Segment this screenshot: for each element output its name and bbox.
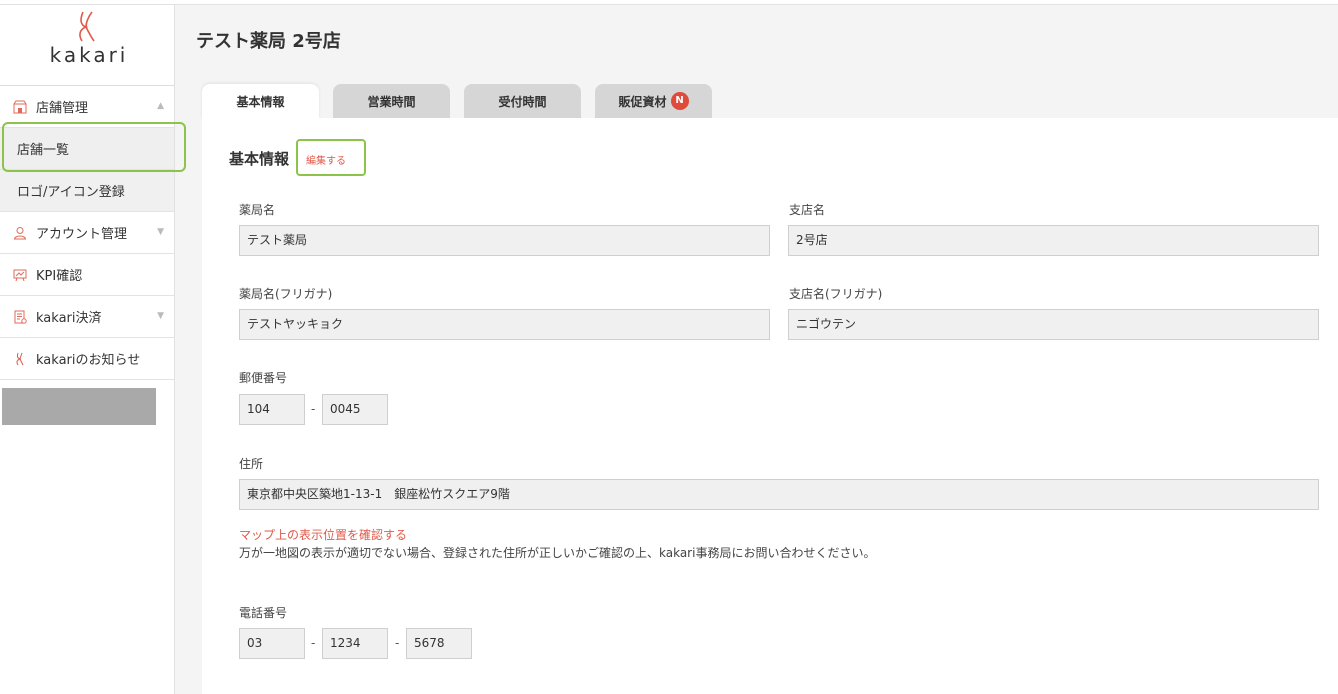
branch-kana-label: 支店名(フリガナ) bbox=[789, 287, 883, 301]
logo-text: kakari bbox=[49, 43, 129, 67]
phone-third-field[interactable]: 5678 bbox=[406, 628, 472, 659]
sidebar-item-label: 店舗管理 bbox=[36, 101, 89, 116]
sidebar-nav: 店舗管理 ▲ 店舗一覧 ロゴ/アイコン登録 アカウント管理 ▼ KPI確認 ka… bbox=[0, 85, 174, 380]
address-field[interactable]: 東京都中央区築地1-13-1 銀座松竹スクエア9階 bbox=[239, 479, 1319, 510]
tab-business-hours[interactable]: 営業時間 bbox=[333, 84, 450, 118]
basic-info-panel: 基本情報 編集する 薬局名 テスト薬局 支店名 2号店 薬局名(フリガナ) テス… bbox=[202, 118, 1338, 694]
sidebar-item-kakari-payment[interactable]: kakari決済 ▼ bbox=[0, 296, 174, 338]
sidebar-item-store-list[interactable]: 店舗一覧 bbox=[0, 128, 174, 170]
kakari-icon bbox=[12, 351, 28, 367]
phone-label: 電話番号 bbox=[239, 606, 288, 620]
branch-name-field[interactable]: 2号店 bbox=[788, 225, 1319, 256]
sidebar-item-label: ロゴ/アイコン登録 bbox=[17, 185, 125, 200]
caret-down-icon: ▼ bbox=[157, 227, 164, 237]
phone-dash-1: - bbox=[311, 636, 316, 650]
logo[interactable]: kakari bbox=[0, 5, 174, 85]
sidebar-item-label: KPI確認 bbox=[36, 269, 83, 284]
phone-second-field[interactable]: 1234 bbox=[322, 628, 388, 659]
sidebar-item-label: 店舗一覧 bbox=[17, 143, 70, 158]
pharmacy-name-field[interactable]: テスト薬局 bbox=[239, 225, 770, 256]
person-icon bbox=[12, 225, 28, 241]
address-label: 住所 bbox=[239, 457, 264, 471]
sidebar-item-label: アカウント管理 bbox=[36, 227, 128, 242]
sidebar-item-logo-icon-registration[interactable]: ロゴ/アイコン登録 bbox=[0, 170, 174, 212]
kakari-logo-icon bbox=[79, 11, 95, 42]
tab-promo-materials[interactable]: 販促資材 N bbox=[595, 84, 712, 118]
store-icon bbox=[12, 99, 28, 115]
map-position-link[interactable]: マップ上の表示位置を確認する bbox=[239, 526, 407, 543]
pharmacy-kana-label: 薬局名(フリガナ) bbox=[239, 287, 333, 301]
sidebar-item-kpi[interactable]: KPI確認 bbox=[0, 254, 174, 296]
tab-label: 販促資材 bbox=[618, 94, 667, 109]
postal-dash: - bbox=[311, 402, 316, 416]
tab-label: 営業時間 bbox=[367, 94, 416, 109]
chart-board-icon bbox=[12, 267, 28, 283]
map-note: 万が一地図の表示が適切でない場合、登録された住所が正しいかご確認の上、kakar… bbox=[239, 546, 876, 560]
branch-name-label: 支店名 bbox=[789, 203, 826, 217]
top-border bbox=[0, 0, 1338, 5]
postal-code-second-field[interactable]: 0045 bbox=[322, 394, 388, 425]
sidebar: kakari 店舗管理 ▲ 店舗一覧 ロゴ/アイコン登録 アカウント管理 ▼ K… bbox=[0, 5, 175, 694]
edit-link[interactable]: 編集する bbox=[306, 152, 346, 167]
postal-code-label: 郵便番号 bbox=[239, 371, 288, 385]
sidebar-item-store-management[interactable]: 店舗管理 ▲ bbox=[0, 86, 174, 128]
new-badge: N bbox=[670, 92, 689, 110]
branch-kana-field[interactable]: ニゴウテン bbox=[788, 309, 1319, 340]
tab-label: 基本情報 bbox=[236, 95, 285, 109]
pharmacy-name-label: 薬局名 bbox=[239, 203, 276, 217]
pharmacy-kana-field[interactable]: テストヤッキョク bbox=[239, 309, 770, 340]
tab-label: 受付時間 bbox=[498, 94, 547, 109]
tab-reception-hours[interactable]: 受付時間 bbox=[464, 84, 581, 118]
tab-basic-info[interactable]: 基本情報 bbox=[202, 84, 319, 119]
sidebar-item-account-management[interactable]: アカウント管理 ▼ bbox=[0, 212, 174, 254]
caret-up-icon: ▲ bbox=[157, 101, 164, 111]
phone-first-field[interactable]: 03 bbox=[239, 628, 305, 659]
phone-dash-2: - bbox=[395, 636, 400, 650]
sidebar-item-label: kakari決済 bbox=[36, 311, 102, 326]
placeholder-block bbox=[2, 388, 156, 425]
sidebar-item-kakari-news[interactable]: kakariのお知らせ bbox=[0, 338, 174, 380]
postal-code-first-field[interactable]: 104 bbox=[239, 394, 305, 425]
page-title: テスト薬局 2号店 bbox=[196, 31, 341, 52]
payment-doc-icon bbox=[12, 309, 28, 325]
caret-down-icon: ▼ bbox=[157, 311, 164, 321]
sidebar-item-label: kakariのお知らせ bbox=[36, 353, 141, 368]
section-title: 基本情報 bbox=[229, 150, 290, 168]
